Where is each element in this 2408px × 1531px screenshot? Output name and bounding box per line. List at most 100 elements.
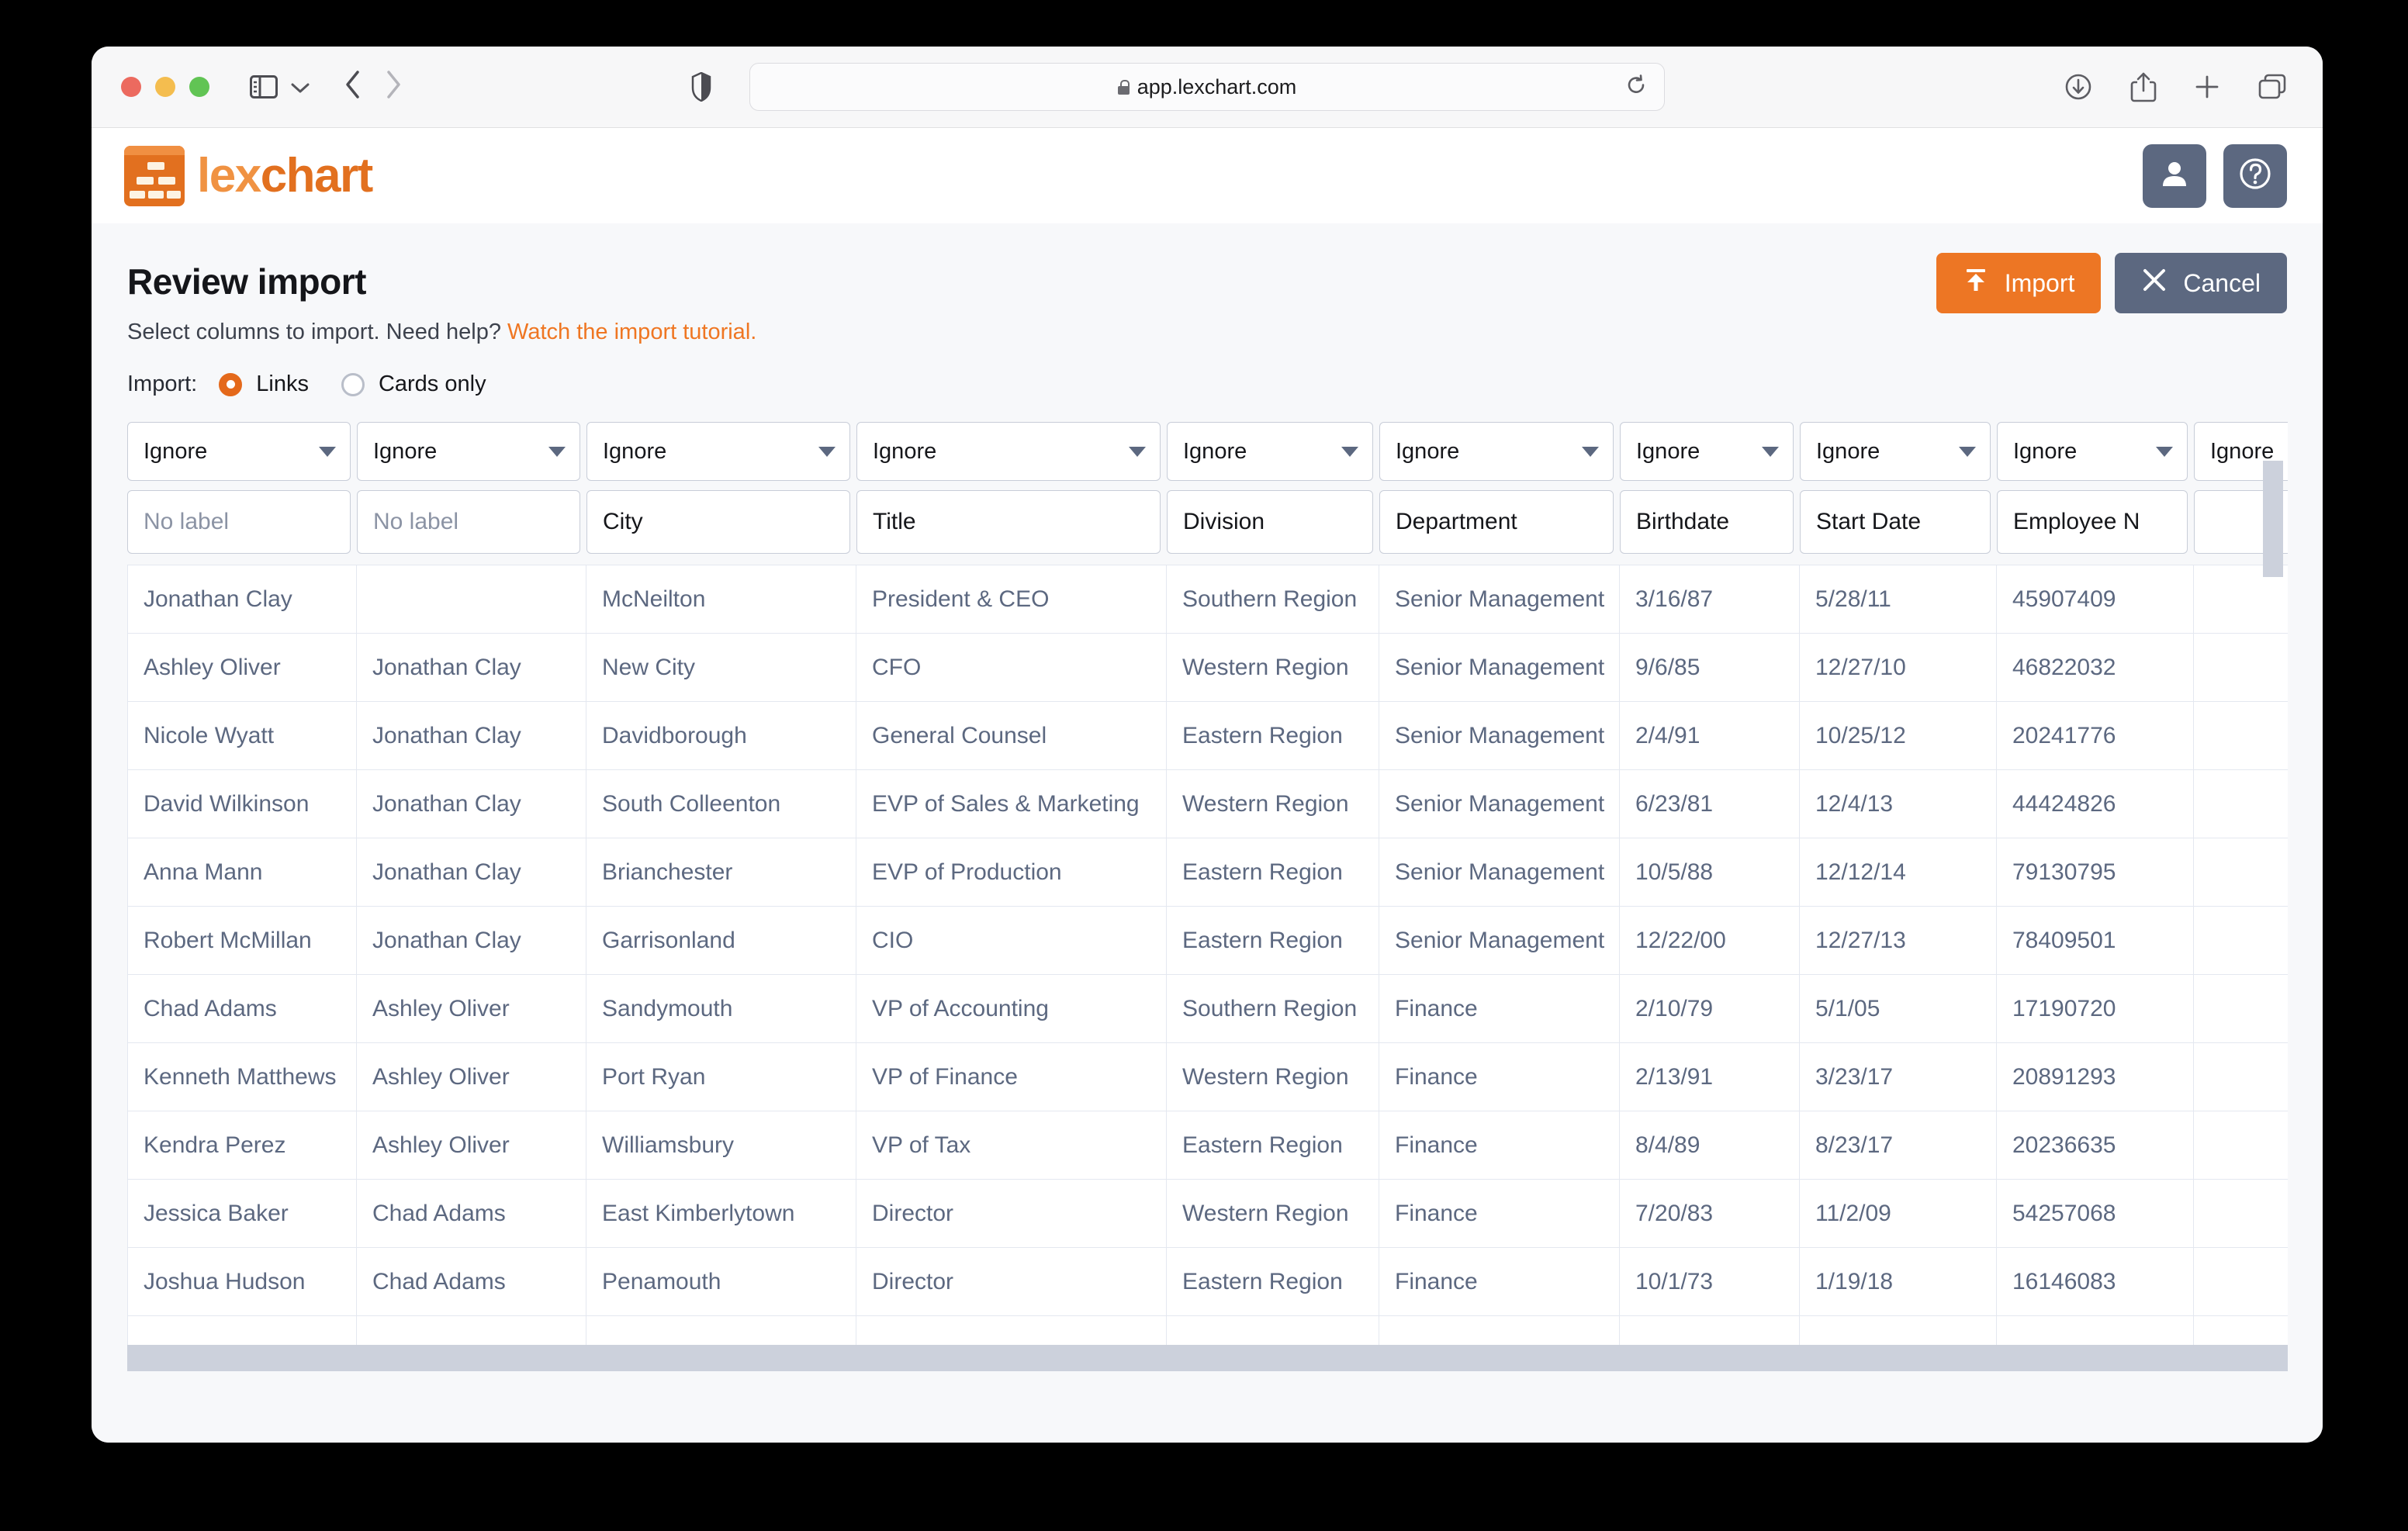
table-cell: Jonathan Clay: [357, 634, 586, 701]
table-cell: 54257068: [1997, 1180, 2194, 1247]
table-cell: Brianchester: [586, 838, 856, 906]
sidebar-icon[interactable]: [250, 75, 278, 98]
table-cell: 46822032: [1997, 634, 2194, 701]
import-preview-table: Ignore No label Ignore No label Ignore City Ig…: [127, 417, 2288, 1371]
column-header-5: Ignore Department: [1379, 422, 1620, 554]
horizontal-scrollbar[interactable]: [127, 1345, 2288, 1371]
table-cell: Eastern Region: [1167, 1111, 1379, 1179]
column-header-2: Ignore City: [586, 422, 856, 554]
table-cell: 45907409: [1997, 565, 2194, 633]
import-tutorial-link[interactable]: Watch the import tutorial.: [507, 320, 756, 344]
column-mapping-select-0[interactable]: Ignore: [127, 422, 351, 481]
help-button[interactable]: [2223, 143, 2287, 208]
column-label-input-0[interactable]: No label: [127, 490, 351, 554]
import-data-rows: Jonathan Clay McNeilton President & CEO Sou…: [127, 565, 2288, 1371]
table-cell: Finance: [1379, 1043, 1620, 1111]
table-cell: 20236635: [1997, 1111, 2194, 1179]
column-header-1: Ignore No label: [357, 422, 586, 554]
table-cell: 20241776: [1997, 702, 2194, 769]
table-cell: [2194, 1111, 2288, 1179]
table-cell: Eastern Region: [1167, 838, 1379, 906]
radio-cards-only-icon[interactable]: [341, 372, 365, 396]
back-arrow-icon[interactable]: [344, 70, 362, 105]
table-cell: [2194, 634, 2288, 701]
table-cell: Ashley Oliver: [357, 975, 586, 1042]
table-cell: 10/1/73: [1620, 1248, 1800, 1315]
column-label-input-1[interactable]: No label: [357, 490, 580, 554]
table-cell: Jonathan Clay: [357, 770, 586, 838]
table-row: David Wilkinson Jonathan Clay South Collee…: [127, 770, 2288, 838]
column-mapping-select-4[interactable]: Ignore: [1167, 422, 1373, 481]
tab-overview-icon[interactable]: [2258, 73, 2287, 101]
table-cell: 9/6/85: [1620, 634, 1800, 701]
table-cell: 3/23/17: [1800, 1043, 1997, 1111]
table-cell: [2194, 838, 2288, 906]
share-icon[interactable]: [2130, 71, 2157, 102]
table-cell: Chad Adams: [127, 975, 357, 1042]
vertical-scrollbar[interactable]: [2263, 461, 2283, 577]
table-cell: 3/16/87: [1620, 565, 1800, 633]
radio-option-cards-only[interactable]: Cards only: [341, 372, 486, 397]
table-cell: General Counsel: [856, 702, 1167, 769]
chevron-down-icon[interactable]: [290, 77, 310, 97]
table-row: Nicole Wyatt Jonathan Clay Davidborough Gen…: [127, 702, 2288, 770]
column-label-input-5[interactable]: Department: [1379, 490, 1614, 554]
column-label-input-4[interactable]: Division: [1167, 490, 1373, 554]
plus-icon[interactable]: [2194, 74, 2220, 100]
page-subtitle: Select columns to import. Need help? Wat…: [127, 320, 2287, 345]
shield-icon[interactable]: [691, 71, 711, 102]
download-icon[interactable]: [2064, 72, 2093, 102]
url-bar[interactable]: app.lexchart.com: [749, 63, 1665, 111]
navigation-arrows: [344, 70, 402, 105]
column-mapping-header: Ignore No label Ignore No label Ignore City Ig…: [127, 417, 2288, 554]
table-cell: 5/1/05: [1800, 975, 1997, 1042]
column-mapping-select-5[interactable]: Ignore: [1379, 422, 1614, 481]
radio-option-links[interactable]: Links: [219, 372, 309, 397]
column-label-input-8[interactable]: Employee N: [1997, 490, 2188, 554]
column-mapping-select-7[interactable]: Ignore: [1800, 422, 1991, 481]
table-cell: 10/25/12: [1800, 702, 1997, 769]
table-cell: 10/5/88: [1620, 838, 1800, 906]
column-mapping-select-3[interactable]: Ignore: [856, 422, 1161, 481]
import-button[interactable]: Import: [1936, 253, 2102, 313]
table-cell: EVP of Sales & Marketing: [856, 770, 1167, 838]
chevron-down-icon: [1129, 446, 1146, 457]
column-mapping-select-8[interactable]: Ignore: [1997, 422, 2188, 481]
table-cell: Senior Management: [1379, 838, 1620, 906]
column-mapping-select-6[interactable]: Ignore: [1620, 422, 1794, 481]
column-label-input-3[interactable]: Title: [856, 490, 1161, 554]
close-window-button[interactable]: [121, 77, 141, 97]
table-row: Kendra Perez Ashley Oliver Williamsbury VP …: [127, 1111, 2288, 1180]
table-row: Anna Mann Jonathan Clay Brianchester EVP of…: [127, 838, 2288, 907]
table-cell: 11/2/09: [1800, 1180, 1997, 1247]
column-mapping-select-2[interactable]: Ignore: [586, 422, 850, 481]
table-cell: Jonathan Clay: [357, 838, 586, 906]
page-header-area: Review import Select columns to import. …: [92, 223, 2323, 397]
import-button-label: Import: [2004, 268, 2075, 297]
column-mapping-select-1[interactable]: Ignore: [357, 422, 580, 481]
column-label-input-6[interactable]: Birthdate: [1620, 490, 1794, 554]
maximize-window-button[interactable]: [189, 77, 209, 97]
table-cell: VP of Finance: [856, 1043, 1167, 1111]
column-label-input-7[interactable]: Start Date: [1800, 490, 1991, 554]
table-cell: 12/27/13: [1800, 907, 1997, 974]
table-row: Joshua Hudson Chad Adams Penamouth Director…: [127, 1248, 2288, 1316]
table-cell: 6/23/81: [1620, 770, 1800, 838]
column-label-input-2[interactable]: City: [586, 490, 850, 554]
minimize-window-button[interactable]: [155, 77, 175, 97]
account-button[interactable]: [2143, 143, 2206, 208]
table-row: Robert McMillan Jonathan Clay Garrisonland…: [127, 907, 2288, 975]
radio-links-icon[interactable]: [219, 372, 243, 396]
table-cell: Jonathan Clay: [357, 702, 586, 769]
reload-icon[interactable]: [1625, 74, 1647, 100]
table-cell: 12/27/10: [1800, 634, 1997, 701]
chevron-down-icon: [1762, 446, 1779, 457]
lexchart-logo[interactable]: lexchart: [124, 145, 373, 206]
table-cell: 79130795: [1997, 838, 2194, 906]
column-header-4: Ignore Division: [1167, 422, 1379, 554]
column-mapping-value-0: Ignore: [144, 438, 208, 464]
forward-arrow-icon[interactable]: [385, 70, 402, 105]
table-cell: Robert McMillan: [127, 907, 357, 974]
table-cell: Williamsbury: [586, 1111, 856, 1179]
cancel-button[interactable]: Cancel: [2115, 253, 2287, 313]
